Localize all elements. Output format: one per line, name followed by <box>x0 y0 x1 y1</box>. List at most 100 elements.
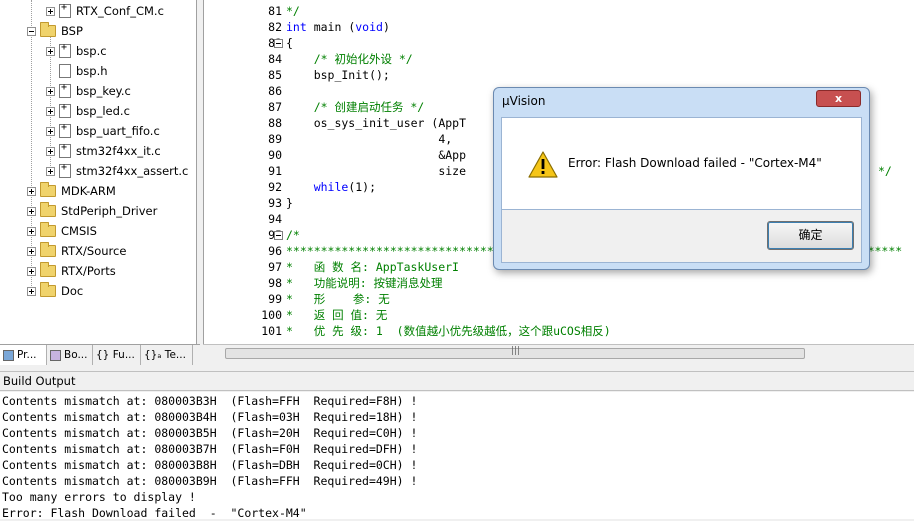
build-output-line: Contents mismatch at: 080003B8H (Flash=D… <box>2 458 418 472</box>
collapse-icon[interactable] <box>27 26 36 36</box>
dialog-title: µVision <box>502 94 546 108</box>
tree-item-label: stm32f4xx_assert.c <box>76 164 189 178</box>
expand-icon[interactable] <box>27 286 36 296</box>
tab-label: Bo... <box>64 349 88 361</box>
tree-folder[interactable]: Doc <box>27 281 83 301</box>
code-line[interactable]: /* 初始化外设 */ <box>286 51 413 67</box>
tree-folder[interactable]: StdPeriph_Driver <box>27 201 157 221</box>
tree-folder[interactable]: MDK-ARM <box>27 181 116 201</box>
code-line[interactable]: * 形 参: 无 <box>286 291 390 307</box>
tree-item-label: StdPeriph_Driver <box>61 204 158 218</box>
code-line[interactable]: bsp_Init(); <box>286 67 390 83</box>
file-icon <box>59 142 71 158</box>
tab-project[interactable]: Pr... <box>0 345 47 365</box>
tree-item-label: Doc <box>61 284 84 298</box>
tree-item-label: RTX/Source <box>61 244 127 258</box>
tree-file[interactable]: bsp_uart_fifo.c <box>46 121 160 141</box>
code-line[interactable]: 4, <box>286 131 452 147</box>
expand-icon[interactable] <box>46 86 55 96</box>
code-line[interactable]: &App <box>286 147 466 163</box>
build-output-line: Too many errors to display ! <box>2 490 196 504</box>
file-icon <box>59 82 71 98</box>
dialog-message: Error: Flash Download failed - "Cortex-M… <box>568 156 822 170</box>
line-number: 86 <box>268 84 282 98</box>
tree-file[interactable]: bsp.c <box>46 41 107 61</box>
expand-icon[interactable] <box>46 126 55 136</box>
expand-icon[interactable] <box>27 206 36 216</box>
line-number: 83 <box>212 35 282 51</box>
code-line[interactable]: /* <box>286 227 300 243</box>
code-line[interactable]: * 返 回 值: 无 <box>286 307 387 323</box>
tab-templates[interactable]: {}ₐ Te... <box>141 345 193 365</box>
tree-file[interactable]: stm32f4xx_assert.c <box>46 161 188 181</box>
warning-icon <box>528 151 558 178</box>
folder-icon <box>40 282 56 297</box>
line-number: 88 <box>268 116 282 130</box>
build-output-line: Contents mismatch at: 080003B9H (Flash=F… <box>2 474 418 488</box>
code-line[interactable]: * 函 数 名: AppTaskUserI <box>286 259 459 275</box>
tree-item-label: bsp_uart_fifo.c <box>76 124 160 138</box>
expand-icon[interactable] <box>46 6 55 16</box>
tree-item-label: MDK-ARM <box>61 184 116 198</box>
tree-folder[interactable]: BSP <box>27 21 83 41</box>
build-output-line: Contents mismatch at: 080003B7H (Flash=F… <box>2 442 418 456</box>
code-line[interactable]: * 功能说明: 按键消息处理 <box>286 275 443 291</box>
project-tabs: Pr... Bo... {} Fu... {}ₐ Te... <box>0 344 200 366</box>
project-tree[interactable]: RTX_Conf_CM.c BSP bsp.c bsp.h bsp_key.c bsp_l… <box>0 0 197 344</box>
code-line[interactable]: { <box>286 35 293 51</box>
code-line[interactable]: /* 创建启动任务 */ <box>286 99 425 115</box>
scrollbar-thumb[interactable]: ||| <box>225 346 805 359</box>
tree-folder[interactable]: RTX/Source <box>27 241 126 261</box>
code-line[interactable]: */ <box>286 3 300 19</box>
dialog-body: Error: Flash Download failed - "Cortex-M… <box>501 117 862 210</box>
line-number: 96 <box>268 244 282 258</box>
code-line[interactable]: int main (void) <box>286 19 390 35</box>
tree-file[interactable]: stm32f4xx_it.c <box>46 141 161 161</box>
folder-icon <box>40 22 56 37</box>
code-line[interactable]: size <box>286 163 466 179</box>
tree-file[interactable]: RTX_Conf_CM.c <box>46 1 164 21</box>
code-line[interactable]: } <box>286 195 293 211</box>
dialog-close-button[interactable]: x <box>816 90 861 107</box>
fold-collapse-icon[interactable] <box>274 39 283 48</box>
line-number: 97 <box>268 260 282 274</box>
line-number: 98 <box>268 276 282 290</box>
build-output-title: Build Output <box>0 371 914 391</box>
dialog-footer: 确定 <box>501 210 862 263</box>
line-number: 82 <box>268 20 282 34</box>
tree-file[interactable]: bsp.h <box>46 61 108 81</box>
code-line[interactable]: while(1); <box>286 179 376 195</box>
line-number: 87 <box>268 100 282 114</box>
expand-icon[interactable] <box>46 146 55 156</box>
code-line[interactable]: * 优 先 级: 1 (数值越小优先级越低，这个跟uCOS相反) <box>286 323 611 339</box>
expand-icon[interactable] <box>46 46 55 56</box>
expand-icon[interactable] <box>27 226 36 236</box>
build-output-panel[interactable]: Contents mismatch at: 080003B3H (Flash=F… <box>0 392 914 520</box>
line-number: 100 <box>261 308 282 322</box>
tab-label: {} Fu... <box>96 349 135 361</box>
tree-folder[interactable]: CMSIS <box>27 221 97 241</box>
expand-icon[interactable] <box>27 246 36 256</box>
tree-file[interactable]: bsp_led.c <box>46 101 130 121</box>
tree-folder[interactable]: RTX/Ports <box>27 261 116 281</box>
file-icon <box>59 42 71 58</box>
tab-label: Pr... <box>17 349 37 361</box>
tree-item-label: bsp_key.c <box>76 84 131 98</box>
code-line[interactable]: os_sys_init_user (AppT <box>286 115 466 131</box>
tab-functions[interactable]: {} Fu... <box>93 345 141 365</box>
expand-icon[interactable] <box>27 186 36 196</box>
tree-item-label: bsp.c <box>76 44 107 58</box>
folder-icon <box>40 222 56 237</box>
expand-icon[interactable] <box>27 266 36 276</box>
line-number: 94 <box>268 212 282 226</box>
file-icon <box>59 64 71 78</box>
file-icon <box>59 122 71 138</box>
fold-collapse-icon[interactable] <box>274 231 283 240</box>
ok-button[interactable]: 确定 <box>767 221 854 250</box>
expand-icon[interactable] <box>46 166 55 176</box>
tab-books[interactable]: Bo... <box>47 345 93 365</box>
tree-file[interactable]: bsp_key.c <box>46 81 131 101</box>
folder-icon <box>40 182 56 197</box>
expand-icon[interactable] <box>46 106 55 116</box>
line-number: 91 <box>268 164 282 178</box>
